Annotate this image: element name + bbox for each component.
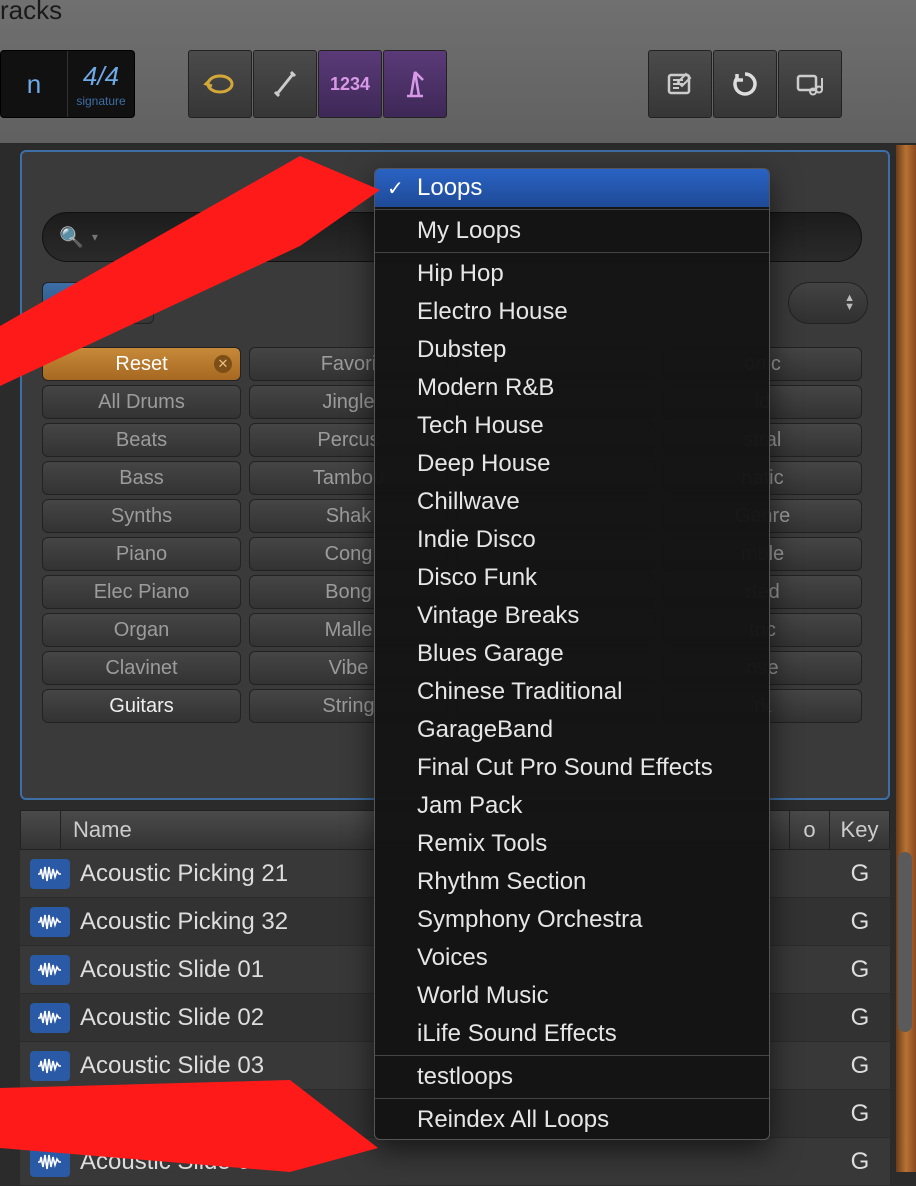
waveform-icon — [30, 1099, 70, 1129]
menu-item-chinese-traditional[interactable]: Chinese Traditional — [375, 673, 769, 711]
menu-item-electro-house[interactable]: Electro House — [375, 293, 769, 331]
menu-item-voices[interactable]: Voices — [375, 939, 769, 977]
menu-item-chillwave[interactable]: Chillwave — [375, 483, 769, 521]
menu-item-testloops[interactable]: testloops — [375, 1058, 769, 1096]
lcd-left: n — [27, 69, 41, 100]
tag-all-drums[interactable]: All Drums — [42, 385, 241, 419]
menu-item-jam-pack[interactable]: Jam Pack — [375, 787, 769, 825]
close-icon[interactable]: ✕ — [214, 355, 232, 373]
loop-collection-menu: Loops My Loops Hip HopElectro HouseDubstep… — [374, 168, 770, 1140]
loop-row[interactable]: Acoustic Slide 0 G — [20, 1138, 890, 1186]
waveform-icon — [30, 955, 70, 985]
menu-item-disco-funk[interactable]: Disco Funk — [375, 559, 769, 597]
menu-item-loops[interactable]: Loops — [375, 169, 769, 207]
tuner-button[interactable] — [253, 50, 317, 118]
menu-item-symphony-orchestra[interactable]: Symphony Orchestra — [375, 901, 769, 939]
menu-item-indie-disco[interactable]: Indie Disco — [375, 521, 769, 559]
tag-guitars[interactable]: Guitars — [42, 689, 241, 723]
time-signature-label: signature — [76, 94, 125, 108]
menu-item-remix-tools[interactable]: Remix Tools — [375, 825, 769, 863]
tag-clavinet[interactable]: Clavinet — [42, 651, 241, 685]
menu-item-final-cut-pro-sound-effects[interactable]: Final Cut Pro Sound Effects — [375, 749, 769, 787]
loop-key: G — [830, 1004, 890, 1032]
scrollbar-thumb[interactable] — [898, 852, 912, 1032]
waveform-icon — [30, 1147, 70, 1177]
search-icon: 🔍 — [59, 225, 84, 250]
menu-item-ilife-sound-effects[interactable]: iLife Sound Effects — [375, 1015, 769, 1053]
grid-view-button[interactable] — [42, 282, 98, 324]
metronome-button[interactable] — [383, 50, 447, 118]
menu-item-blues-garage[interactable]: Blues Garage — [375, 635, 769, 673]
loop-key: G — [830, 860, 890, 888]
count-in-button[interactable]: 1234 — [318, 50, 382, 118]
app-toolbar: racks n 4/4 signature 1234 — [0, 0, 916, 145]
loop-key: G — [830, 908, 890, 936]
waveform-icon — [30, 1051, 70, 1081]
loop-key: G — [830, 1052, 890, 1080]
tracks-label: racks — [0, 0, 62, 26]
tag-bass[interactable]: Bass — [42, 461, 241, 495]
notepad-button[interactable] — [648, 50, 712, 118]
menu-item-rhythm-section[interactable]: Rhythm Section — [375, 863, 769, 901]
waveform-icon — [30, 1003, 70, 1033]
column-key[interactable]: Key — [829, 811, 889, 849]
tag-reset[interactable]: Reset✕ — [42, 347, 241, 381]
menu-item-my-loops[interactable]: My Loops — [375, 212, 769, 250]
menu-item-deep-house[interactable]: Deep House — [375, 445, 769, 483]
column-view-button[interactable] — [98, 282, 154, 324]
cycle-button[interactable] — [188, 50, 252, 118]
waveform-icon — [30, 907, 70, 937]
menu-item-tech-house[interactable]: Tech House — [375, 407, 769, 445]
tag-beats[interactable]: Beats — [42, 423, 241, 457]
menu-item-reindex-all-loops[interactable]: Reindex All Loops — [375, 1101, 769, 1139]
media-browser-button[interactable] — [778, 50, 842, 118]
tag-synths[interactable]: Synths — [42, 499, 241, 533]
scale-selector[interactable]: ▲▼ — [788, 282, 868, 324]
menu-item-vintage-breaks[interactable]: Vintage Breaks — [375, 597, 769, 635]
menu-item-hip-hop[interactable]: Hip Hop — [375, 255, 769, 293]
lcd-display[interactable]: n 4/4 signature — [0, 50, 135, 118]
waveform-icon — [30, 859, 70, 889]
menu-item-modern-r&b[interactable]: Modern R&B — [375, 369, 769, 407]
column-extra[interactable]: o — [789, 811, 829, 849]
time-signature-value[interactable]: 4/4 — [83, 61, 119, 92]
menu-item-garageband[interactable]: GarageBand — [375, 711, 769, 749]
chevron-down-icon[interactable]: ▾ — [92, 230, 98, 244]
loop-key: G — [830, 1100, 890, 1128]
menu-item-world-music[interactable]: World Music — [375, 977, 769, 1015]
view-mode-segment — [42, 282, 154, 324]
tag-piano[interactable]: Piano — [42, 537, 241, 571]
loop-browser-button[interactable] — [713, 50, 777, 118]
loop-key: G — [830, 956, 890, 984]
menu-item-dubstep[interactable]: Dubstep — [375, 331, 769, 369]
tag-elec-piano[interactable]: Elec Piano — [42, 575, 241, 609]
stepper-icon: ▲▼ — [844, 294, 855, 312]
count-in-label: 1234 — [330, 74, 370, 95]
loop-name: Acoustic Slide 0 — [80, 1148, 790, 1176]
tag-organ[interactable]: Organ — [42, 613, 241, 647]
loop-key: G — [830, 1148, 890, 1176]
